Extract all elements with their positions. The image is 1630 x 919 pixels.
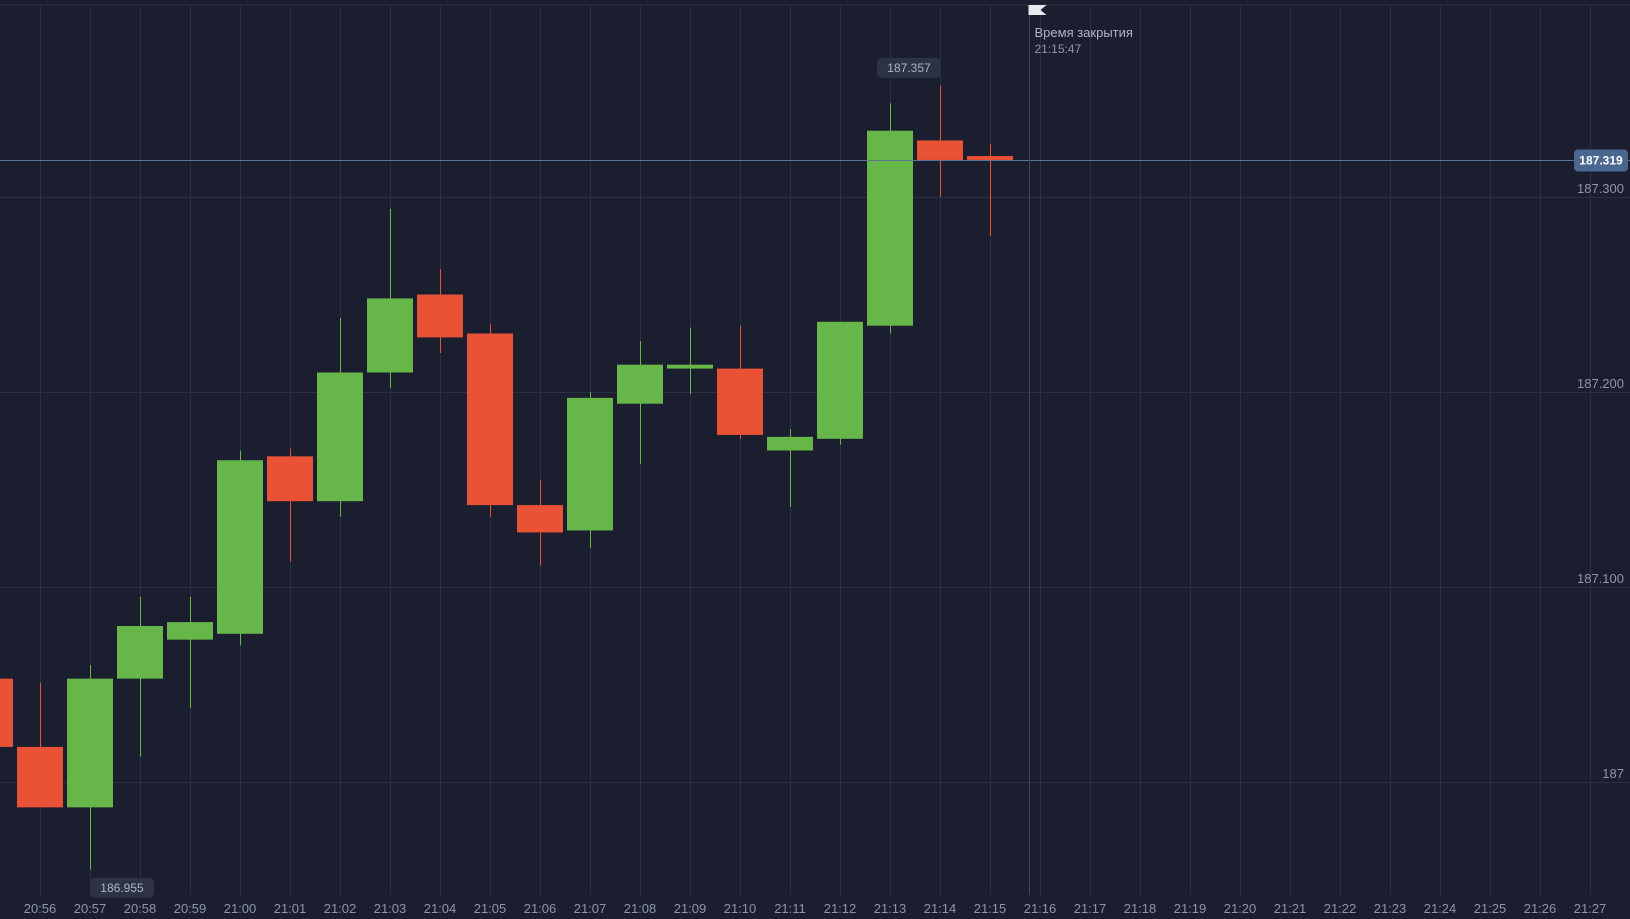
x-tick-label: 21:00 bbox=[224, 901, 257, 916]
x-tick-label: 21:24 bbox=[1424, 901, 1457, 916]
candle bbox=[367, 208, 413, 389]
candle bbox=[767, 429, 813, 508]
candle bbox=[617, 341, 663, 465]
x-tick-label: 21:23 bbox=[1374, 901, 1407, 916]
x-tick-label: 21:04 bbox=[424, 901, 457, 916]
y-axis: 187.300 187.200 187.100 187 bbox=[1577, 181, 1624, 781]
x-tick-label: 21:26 bbox=[1524, 901, 1557, 916]
candle-body bbox=[817, 321, 863, 439]
x-tick-label: 21:12 bbox=[824, 901, 857, 916]
max-price-label: 187.357 bbox=[887, 61, 931, 75]
x-tick-label: 21:17 bbox=[1074, 901, 1107, 916]
x-tick-label: 21:13 bbox=[874, 901, 907, 916]
candle bbox=[217, 450, 263, 646]
x-tick-label: 21:07 bbox=[574, 901, 607, 916]
candle-body bbox=[367, 298, 413, 373]
x-tick-label: 21:18 bbox=[1124, 901, 1157, 916]
x-tick-label: 21:20 bbox=[1224, 901, 1257, 916]
candle bbox=[917, 85, 963, 197]
x-tick-label: 21:21 bbox=[1274, 901, 1307, 916]
x-tick-label: 21:25 bbox=[1474, 901, 1507, 916]
candle-body bbox=[967, 156, 1013, 160]
x-axis: 520:5620:5720:5820:5921:0021:0121:0221:0… bbox=[24, 901, 1607, 916]
candle bbox=[317, 317, 363, 517]
max-price-badge: 187.357 bbox=[877, 57, 941, 78]
candle-body bbox=[0, 678, 13, 747]
candle bbox=[117, 596, 163, 757]
candle-body bbox=[67, 678, 113, 808]
candle bbox=[517, 479, 563, 566]
candle-body bbox=[217, 460, 263, 634]
candle-body bbox=[267, 456, 313, 502]
candle bbox=[817, 321, 863, 445]
min-price-badge: 186.955 bbox=[90, 877, 154, 898]
candle-body bbox=[117, 626, 163, 679]
candle bbox=[417, 269, 463, 353]
candle-body bbox=[167, 622, 213, 640]
candle bbox=[167, 596, 213, 708]
y-tick-label: 187.300 bbox=[1577, 181, 1624, 196]
close-time-value: 21:15:47 bbox=[1035, 42, 1082, 56]
price-chart[interactable]: Время закрытия 21:15:47 187.357 186.955 … bbox=[0, 0, 1630, 919]
candle-body bbox=[867, 130, 913, 326]
candle bbox=[717, 325, 763, 439]
candle-body bbox=[617, 364, 663, 404]
x-tick-label: 20:57 bbox=[74, 901, 107, 916]
candle bbox=[17, 682, 63, 808]
x-tick-label: 21:03 bbox=[374, 901, 407, 916]
candle-body bbox=[667, 364, 713, 369]
close-time-title: Время закрытия bbox=[1035, 25, 1133, 40]
candle-body bbox=[467, 333, 513, 506]
candle bbox=[467, 323, 513, 517]
candle-body bbox=[567, 397, 613, 531]
candle bbox=[967, 144, 1013, 236]
candle bbox=[267, 448, 313, 562]
candle bbox=[667, 327, 713, 394]
candle-body bbox=[917, 140, 963, 160]
candle bbox=[867, 103, 913, 334]
x-tick-label: 21:09 bbox=[674, 901, 707, 916]
current-price-badge: 187.319 bbox=[1574, 149, 1628, 172]
x-tick-label: 21:10 bbox=[724, 901, 757, 916]
x-tick-label: 21:11 bbox=[774, 901, 806, 916]
candle bbox=[0, 678, 13, 747]
x-tick-label: 21:08 bbox=[624, 901, 657, 916]
x-tick-label: 21:01 bbox=[274, 901, 307, 916]
candle-body bbox=[417, 294, 463, 338]
x-tick-label: 21:06 bbox=[524, 901, 557, 916]
y-tick-label: 187 bbox=[1602, 766, 1624, 781]
candle bbox=[67, 665, 113, 870]
x-tick-label: 21:15 bbox=[974, 901, 1007, 916]
x-tick-label: 21:02 bbox=[324, 901, 357, 916]
x-tick-label: 21:16 bbox=[1024, 901, 1057, 916]
x-tick-label: 21:22 bbox=[1324, 901, 1357, 916]
candle-body bbox=[317, 372, 363, 502]
y-tick-label: 187.200 bbox=[1577, 376, 1624, 391]
current-price-label: 187.319 bbox=[1579, 154, 1623, 168]
x-tick-label: 20:59 bbox=[174, 901, 207, 916]
min-price-label: 186.955 bbox=[100, 881, 144, 895]
candle-body bbox=[767, 436, 813, 451]
y-tick-label: 187.100 bbox=[1577, 571, 1624, 586]
candle-body bbox=[517, 505, 563, 533]
candle-body bbox=[717, 368, 763, 435]
x-tick-label: 21:27 bbox=[1574, 901, 1607, 916]
x-tick-label: 20:56 bbox=[24, 901, 57, 916]
x-tick-label: 21:14 bbox=[924, 901, 957, 916]
candles bbox=[0, 85, 1013, 870]
x-tick-label: 20:58 bbox=[124, 901, 157, 916]
candle-body bbox=[17, 746, 63, 808]
x-tick-label: 21:19 bbox=[1174, 901, 1207, 916]
candle bbox=[567, 392, 613, 548]
grid bbox=[0, 6, 1630, 895]
flag-icon[interactable] bbox=[1028, 5, 1047, 15]
x-tick-label: 21:05 bbox=[474, 901, 507, 916]
